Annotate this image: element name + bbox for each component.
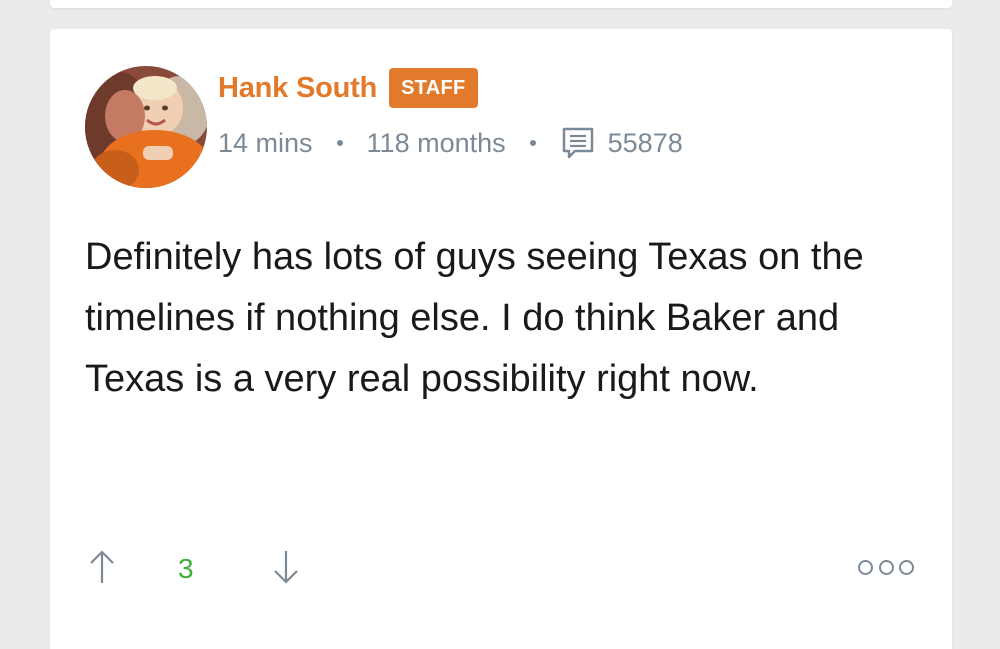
- post-body: Definitely has lots of guys seeing Texas…: [85, 236, 864, 400]
- upvote-button[interactable]: [88, 549, 116, 585]
- vote-score: 3: [178, 553, 194, 584]
- post-time[interactable]: 14 mins: [218, 128, 313, 159]
- more-options-icon[interactable]: [858, 557, 914, 577]
- staff-badge: STAFF: [389, 68, 478, 108]
- post-count[interactable]: 55878: [608, 128, 683, 159]
- arrow-down-icon: [274, 551, 298, 584]
- separator-dot: [336, 140, 343, 146]
- separator-dot: [529, 140, 536, 146]
- meta-row: 14 mins 118 months 55878: [218, 125, 683, 161]
- more-dot: [878, 559, 894, 575]
- downvote-button[interactable]: [272, 549, 300, 585]
- previous-post-card: [50, 0, 952, 8]
- post-card: Hank South STAFF 14 mins 118 months 5587…: [50, 29, 952, 649]
- posts-icon: [560, 126, 596, 160]
- more-dot: [899, 559, 914, 575]
- author-name[interactable]: Hank South: [218, 72, 377, 105]
- author-row: Hank South STAFF: [218, 67, 478, 109]
- more-dot: [858, 559, 873, 575]
- arrow-up-icon: [90, 550, 114, 583]
- member-duration: 118 months: [366, 127, 506, 158]
- avatar[interactable]: [85, 66, 207, 188]
